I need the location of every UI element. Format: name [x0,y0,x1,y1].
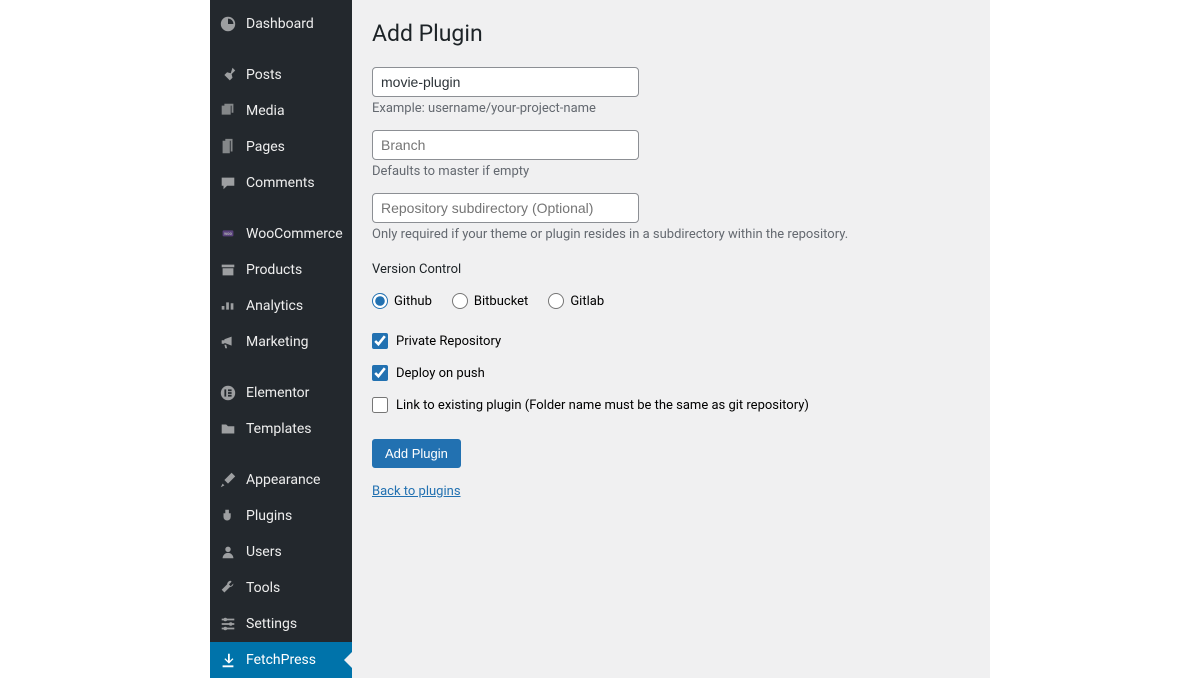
sliders-icon [218,614,238,634]
sidebar-item-tools[interactable]: Tools [210,570,352,606]
pages-icon [218,137,238,157]
radio-github[interactable] [372,293,388,309]
radio-bitbucket[interactable] [452,293,468,309]
woocommerce-icon: woo [218,224,238,244]
branch-input[interactable] [372,130,639,160]
sidebar-label: FetchPress [246,652,316,668]
vc-bitbucket[interactable]: Bitbucket [452,293,528,309]
vc-github[interactable]: Github [372,293,432,309]
vc-gitlab[interactable]: Gitlab [548,293,604,309]
checkbox-private-repo[interactable] [372,333,388,349]
checkbox-deploy-push[interactable] [372,365,388,381]
subdirectory-input[interactable] [372,193,639,223]
sidebar-item-fetchpress[interactable]: FetchPress [210,642,352,678]
pin-icon [218,65,238,85]
sidebar-item-posts[interactable]: Posts [210,57,352,93]
dashboard-icon [218,14,238,34]
link-existing-label[interactable]: Link to existing plugin (Folder name mus… [396,398,809,413]
sidebar-label: Elementor [246,385,309,401]
archive-icon [218,260,238,280]
brush-icon [218,470,238,490]
page-title: Add Plugin [372,20,970,47]
admin-sidebar: Dashboard Posts Media Pages Comments woo… [210,0,352,678]
sidebar-label: Pages [246,139,285,155]
sidebar-item-analytics[interactable]: Analytics [210,288,352,324]
sidebar-label: Appearance [246,472,320,488]
sidebar-item-templates[interactable]: Templates [210,411,352,447]
back-to-plugins-link[interactable]: Back to plugins [372,484,461,499]
radio-label: Gitlab [570,294,604,309]
repo-help-text: Example: username/your-project-name [372,101,970,116]
svg-text:woo: woo [224,232,232,237]
sidebar-item-woocommerce[interactable]: woo WooCommerce [210,216,352,252]
chart-bar-icon [218,296,238,316]
sidebar-label: Users [246,544,282,560]
sidebar-label: Posts [246,67,282,83]
sidebar-label: Settings [246,616,297,632]
repository-input[interactable] [372,67,639,97]
sidebar-item-users[interactable]: Users [210,534,352,570]
radio-label: Bitbucket [474,294,528,309]
sidebar-label: Analytics [246,298,303,314]
comment-icon [218,173,238,193]
sidebar-item-elementor[interactable]: Elementor [210,375,352,411]
sidebar-item-settings[interactable]: Settings [210,606,352,642]
sidebar-label: Dashboard [246,16,314,32]
subdir-help-text: Only required if your theme or plugin re… [372,227,970,242]
sidebar-item-appearance[interactable]: Appearance [210,462,352,498]
sidebar-item-media[interactable]: Media [210,93,352,129]
sidebar-label: Media [246,103,285,119]
sidebar-label: WooCommerce [246,226,343,242]
sidebar-item-dashboard[interactable]: Dashboard [210,6,352,42]
sidebar-label: Products [246,262,302,278]
elementor-icon [218,383,238,403]
folder-icon [218,419,238,439]
private-repo-label[interactable]: Private Repository [396,334,501,349]
sidebar-label: Tools [246,580,280,596]
download-icon [218,650,238,670]
wrench-icon [218,578,238,598]
sidebar-item-marketing[interactable]: Marketing [210,324,352,360]
version-control-label: Version Control [372,262,970,277]
plugin-icon [218,506,238,526]
media-icon [218,101,238,121]
main-content: Add Plugin Example: username/your-projec… [352,0,990,678]
megaphone-icon [218,332,238,352]
user-icon [218,542,238,562]
checkbox-link-existing[interactable] [372,397,388,413]
radio-gitlab[interactable] [548,293,564,309]
sidebar-label: Templates [246,421,312,437]
sidebar-label: Comments [246,175,315,191]
sidebar-label: Marketing [246,334,309,350]
branch-help-text: Defaults to master if empty [372,164,970,179]
add-plugin-button[interactable]: Add Plugin [372,439,461,468]
sidebar-item-products[interactable]: Products [210,252,352,288]
deploy-push-label[interactable]: Deploy on push [396,366,485,381]
sidebar-label: Plugins [246,508,292,524]
version-control-options: Github Bitbucket Gitlab [372,293,970,309]
sidebar-item-comments[interactable]: Comments [210,165,352,201]
radio-label: Github [394,294,432,309]
sidebar-item-plugins[interactable]: Plugins [210,498,352,534]
sidebar-item-pages[interactable]: Pages [210,129,352,165]
